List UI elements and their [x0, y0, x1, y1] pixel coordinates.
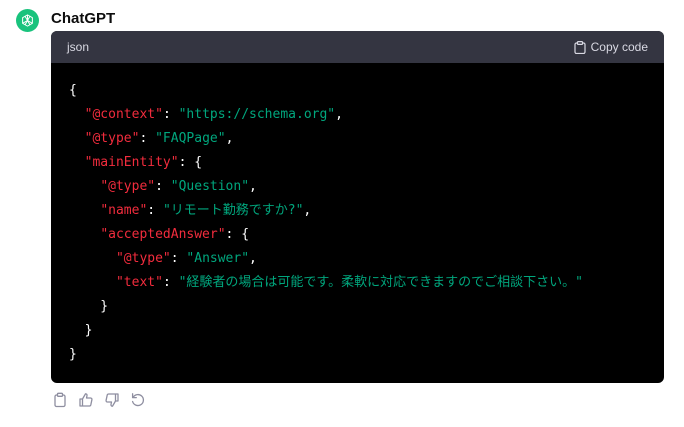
message-actions: [51, 391, 147, 409]
message-sender: ChatGPT: [51, 10, 116, 27]
code-punct-token: ,: [249, 251, 257, 266]
code-key-token: "name": [100, 203, 148, 218]
code-punct-token: [69, 131, 85, 146]
code-punct-token: }: [69, 299, 109, 314]
code-punct-token: :: [147, 203, 163, 218]
code-string-token: "リモート勤務ですか?": [162, 203, 304, 218]
code-punct-token: ,: [225, 131, 234, 146]
code-line: }: [69, 295, 646, 319]
code-line: "@type": "FAQPage",: [69, 127, 646, 151]
code-punct-token: : {: [225, 227, 250, 242]
code-punct-token: : {: [178, 155, 203, 170]
copy-button[interactable]: [51, 391, 69, 409]
code-line: "name": "リモート勤務ですか?",: [69, 199, 646, 223]
code-line: {: [69, 79, 646, 103]
code-punct-token: ,: [249, 179, 257, 194]
thumbs-up-button[interactable]: [77, 391, 95, 409]
regenerate-button[interactable]: [129, 391, 147, 409]
code-language-label: json: [67, 40, 90, 54]
code-punct-token: ,: [303, 203, 312, 218]
code-punct-token: {: [69, 83, 77, 98]
code-punct-token: :: [170, 251, 187, 266]
code-block: json Copy code { "@context": "https://sc…: [51, 31, 664, 383]
code-punct-token: [69, 155, 85, 170]
code-line: "@context": "https://schema.org",: [69, 103, 646, 127]
code-string-token: "経験者の場合は可能です。柔軟に対応できますのでご相談下さい。": [178, 275, 583, 290]
code-punct-token: ,: [335, 107, 343, 122]
code-punct-token: [69, 227, 100, 242]
chatgpt-avatar: [16, 9, 39, 32]
code-string-token: "https://schema.org": [178, 107, 336, 122]
code-string-token: "Question": [170, 179, 250, 194]
copy-icon: [54, 392, 66, 408]
code-content: { "@context": "https://schema.org", "@ty…: [51, 63, 664, 367]
code-key-token: "text": [115, 275, 163, 290]
code-punct-token: [69, 203, 100, 218]
code-string-token: "FAQPage": [155, 131, 226, 146]
code-key-token: "@type": [84, 131, 140, 146]
code-string-token: "Answer": [186, 251, 250, 266]
code-key-token: "acceptedAnswer": [100, 227, 226, 242]
code-line: "@type": "Answer",: [69, 247, 646, 271]
code-line: "@type": "Question",: [69, 175, 646, 199]
code-punct-token: }: [69, 347, 77, 362]
code-punct-token: [69, 179, 100, 194]
code-key-token: "@type": [115, 251, 171, 266]
regenerate-icon: [131, 393, 145, 407]
code-key-token: "@context": [84, 107, 163, 122]
code-line: }: [69, 343, 646, 367]
code-punct-token: :: [162, 275, 179, 290]
thumbs-down-button[interactable]: [103, 391, 121, 409]
code-punct-token: }: [69, 323, 93, 338]
code-line: "acceptedAnswer": {: [69, 223, 646, 247]
code-key-token: "mainEntity": [84, 155, 179, 170]
code-punct-token: [69, 275, 116, 290]
code-punct-token: [69, 107, 85, 122]
clipboard-icon: [574, 40, 586, 54]
thumbs-down-icon: [105, 393, 119, 407]
openai-logo-icon: [22, 14, 33, 27]
code-punct-token: :: [162, 107, 179, 122]
copy-code-label: Copy code: [590, 40, 648, 54]
thumbs-up-icon: [79, 393, 93, 407]
code-line: "mainEntity": {: [69, 151, 646, 175]
code-punct-token: :: [139, 131, 156, 146]
code-line: }: [69, 319, 646, 343]
code-key-token: "@type": [100, 179, 156, 194]
code-punct-token: [69, 251, 116, 266]
code-punct-token: :: [155, 179, 171, 194]
code-line: "text": "経験者の場合は可能です。柔軟に対応できますのでご相談下さい。": [69, 271, 646, 295]
code-block-header: json Copy code: [51, 31, 664, 63]
copy-code-button[interactable]: Copy code: [574, 40, 648, 54]
